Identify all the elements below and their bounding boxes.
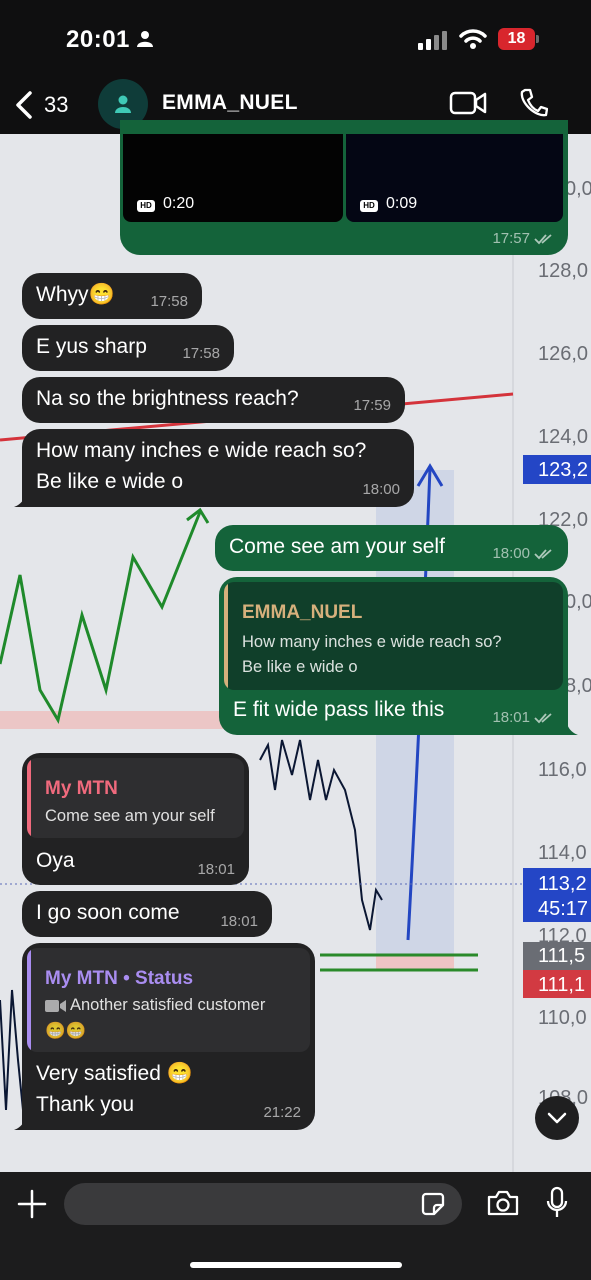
message-time: 17:59 <box>353 397 391 414</box>
plus-icon[interactable] <box>17 1189 47 1219</box>
video-duration: 0:09 <box>386 195 418 212</box>
chart-price-label: 111,1 <box>538 974 585 996</box>
message-text: Na so the brightness reach? <box>36 387 299 410</box>
message-bubble-incoming[interactable]: My MTN Come see am your self Oya 18:01 <box>22 753 249 885</box>
chart-price-label: 45:17 <box>538 898 588 920</box>
chart-price-label: 128,0 <box>538 260 588 282</box>
chart-price-label: 124,0 <box>538 426 588 448</box>
message-bubble-outgoing[interactable]: EMMA_NUEL How many inches e wide reach s… <box>219 577 568 735</box>
message-composer <box>0 1172 591 1280</box>
message-bubble-incoming[interactable]: My MTN • Status Another satisfied custom… <box>22 943 315 1130</box>
reply-quote[interactable]: My MTN Come see am your self <box>27 758 244 838</box>
message-bubble-outgoing[interactable]: Come see am your self 18:00 <box>215 525 568 571</box>
scroll-to-bottom-button[interactable] <box>535 1096 579 1140</box>
message-time: 18:01 <box>197 861 235 878</box>
contact-name[interactable]: EMMA_NUEL <box>162 91 298 115</box>
quote-text-line: Be like e wide o <box>242 658 358 676</box>
message-time: 17:58 <box>182 345 220 362</box>
quote-author: My MTN <box>45 778 118 799</box>
status-reply-quote[interactable]: My MTN • Status Another satisfied custom… <box>27 948 310 1052</box>
read-receipt-icon <box>534 549 552 560</box>
chevron-down-icon <box>547 1112 567 1124</box>
message-time: 18:00 <box>492 545 530 562</box>
wifi-icon <box>459 29 487 49</box>
person-icon <box>137 31 153 47</box>
message-bubble-incoming[interactable]: How many inches e wide reach so? Be like… <box>22 429 414 507</box>
message-bubble-incoming[interactable]: Na so the brightness reach? 17:59 <box>22 377 405 423</box>
video-thumbnail[interactable]: HD 0:20 <box>123 134 343 222</box>
quote-author: My MTN • Status <box>45 968 194 989</box>
back-button[interactable]: 33 <box>14 88 68 122</box>
battery-icon: 18 <box>498 28 540 50</box>
message-text-line: Be like e wide o <box>36 470 184 493</box>
message-text-line: How many inches e wide reach so? <box>36 439 367 462</box>
message-text: Whyy😁 <box>36 283 115 306</box>
chevron-left-icon <box>16 91 32 119</box>
chart-price-label: 113,2 <box>538 873 587 895</box>
reply-quote[interactable]: EMMA_NUEL How many inches e wide reach s… <box>224 582 563 690</box>
chart-price-label: 112,0 <box>538 925 587 947</box>
chart-price-label: 116,0 <box>538 759 587 781</box>
message-text: I go soon come <box>36 901 180 924</box>
bubble-tail <box>560 716 578 735</box>
message-bubble-incoming[interactable]: I go soon come 18:01 <box>22 891 272 937</box>
message-text: E yus sharp <box>36 335 147 358</box>
chart-price-label: 0,0 <box>565 591 591 613</box>
message-time: 21:22 <box>263 1104 301 1121</box>
message-time: 18:00 <box>362 481 400 498</box>
message-text-line: Thank you <box>36 1093 135 1116</box>
hd-badge: HD <box>137 200 155 212</box>
cellular-signal-icon <box>418 31 447 50</box>
message-text: Oya <box>36 849 75 872</box>
bubble-tail <box>14 1111 32 1130</box>
message-text: E fit wide pass like this <box>233 698 445 721</box>
camera-icon[interactable] <box>486 1189 520 1217</box>
chart-price-label: 110,0 <box>538 1007 587 1029</box>
message-bubble-incoming[interactable]: E yus sharp 17:58 <box>22 325 234 371</box>
quote-emoji: 😁😁 <box>45 1022 87 1040</box>
message-text-line: Very satisfied 😁 <box>36 1062 193 1085</box>
home-indicator <box>190 1262 402 1268</box>
message-time: 18:01 <box>220 913 258 930</box>
quote-text: Come see am your self <box>45 807 215 825</box>
message-bubble-incoming[interactable]: Whyy😁 17:58 <box>22 273 202 319</box>
message-input[interactable] <box>64 1183 462 1225</box>
message-time: 17:57 <box>492 230 530 247</box>
unread-count: 33 <box>44 92 69 117</box>
chart-price-label: 123,2 <box>538 459 588 481</box>
chart-price-label: 126,0 <box>538 343 588 365</box>
sticker-icon[interactable] <box>420 1191 446 1217</box>
video-duration: 0:20 <box>163 195 195 212</box>
battery-level: 18 <box>498 28 535 50</box>
quote-text: Another satisfied customer <box>70 996 266 1014</box>
person-icon <box>115 95 131 113</box>
message-time: 18:01 <box>492 709 530 726</box>
phone-icon[interactable] <box>518 87 548 119</box>
video-icon <box>45 1000 66 1012</box>
chart-price-label: 114,0 <box>538 842 587 864</box>
video-call-icon[interactable] <box>449 90 487 116</box>
bubble-tail <box>14 488 32 507</box>
read-receipt-icon <box>534 234 552 245</box>
quote-author: EMMA_NUEL <box>242 602 363 623</box>
message-text: Come see am your self <box>229 535 445 558</box>
message-time: 17:58 <box>150 293 188 310</box>
status-bar: 20:01 18 <box>0 0 591 76</box>
chart-price-label: 111,5 <box>538 945 585 967</box>
quote-text-line: How many inches e wide reach so? <box>242 633 502 651</box>
read-receipt-icon <box>534 713 552 724</box>
clock: 20:01 <box>66 26 130 53</box>
microphone-icon[interactable] <box>545 1186 569 1220</box>
hd-badge: HD <box>360 200 378 212</box>
video-thumbnail[interactable]: HD 0:09 <box>346 134 563 222</box>
chart-price-label: 0,0 <box>565 178 591 200</box>
chart-price-label: 8,0 <box>565 675 591 697</box>
